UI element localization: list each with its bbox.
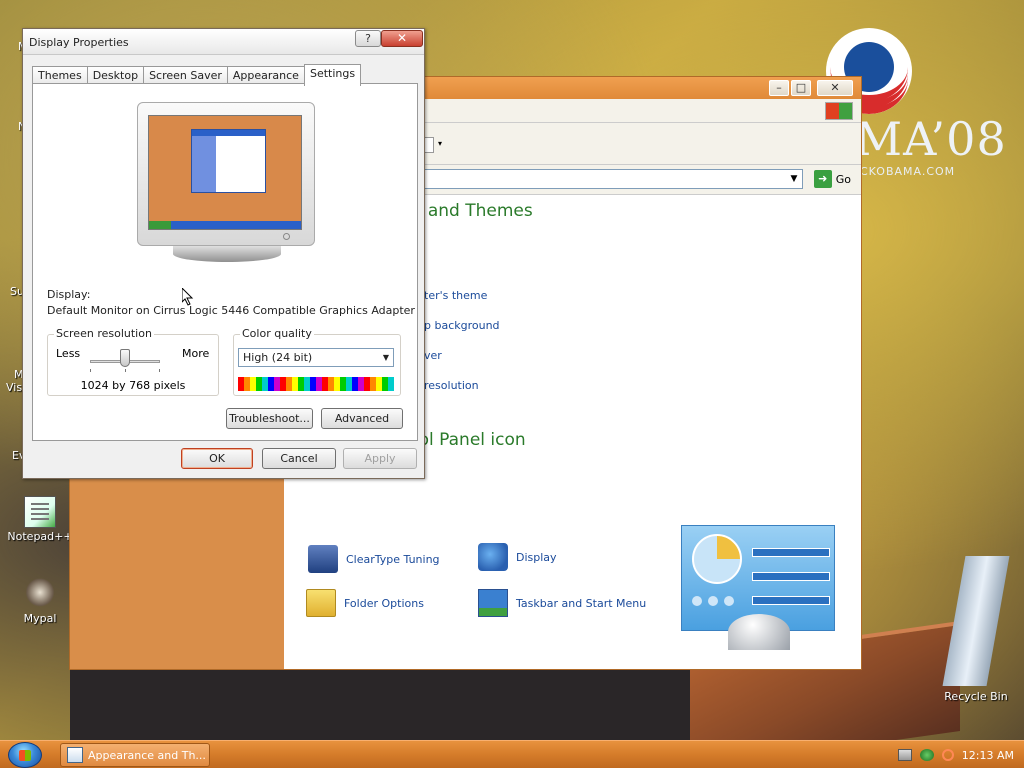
cleartype-link[interactable]: ClearType Tuning xyxy=(308,545,440,573)
taskbar-button-label: Appearance and Th... xyxy=(88,748,206,762)
taskbar-label: Taskbar and Start Menu xyxy=(516,596,647,610)
cleartype-icon xyxy=(308,545,338,573)
cleartype-label: ClearType Tuning xyxy=(346,552,440,566)
dot-graphic xyxy=(708,596,718,606)
preview-window xyxy=(191,129,266,193)
desktop-icon-recycle-bin[interactable]: Recycle Bin xyxy=(936,556,1016,703)
task-link[interactable]: resolution xyxy=(424,379,479,392)
icon-section-heading: rol Panel icon xyxy=(412,430,526,450)
dialog-titlebar[interactable]: Display Properties ? ✕ xyxy=(23,29,424,55)
folder-options-label: Folder Options xyxy=(344,596,424,610)
taskbar-button-appearance[interactable]: Appearance and Th... xyxy=(60,743,210,767)
bar-graphic xyxy=(752,596,830,605)
color-spectrum-preview xyxy=(238,377,394,391)
apply-button[interactable]: Apply xyxy=(343,448,417,469)
pie-graphic xyxy=(692,534,742,584)
screen-resolution-legend: Screen resolution xyxy=(54,327,154,340)
desktop-icon-label: Mypal xyxy=(23,612,57,625)
desktop-icon-label: Notepad++ xyxy=(7,530,73,543)
search-icon[interactable] xyxy=(941,749,954,761)
monitor-screen xyxy=(148,115,302,230)
task-link[interactable]: ter's theme xyxy=(424,289,487,302)
mypal-icon xyxy=(24,578,56,610)
start-button[interactable] xyxy=(8,742,42,768)
display-properties-dialog[interactable]: Display Properties ? ✕ Themes Desktop Sc… xyxy=(22,28,425,479)
taskbar-link[interactable]: Taskbar and Start Menu xyxy=(478,589,646,617)
dot-graphic xyxy=(724,596,734,606)
dot-graphic xyxy=(692,596,702,606)
close-button[interactable]: ✕ xyxy=(817,80,853,96)
clock[interactable]: 12:13 AM xyxy=(962,749,1014,762)
desktop-icon-mypal[interactable]: Mypal xyxy=(0,578,80,625)
campaign-text: MA’08 xyxy=(855,112,1007,166)
keyboard-icon[interactable] xyxy=(897,749,912,761)
minimize-button[interactable]: – xyxy=(769,80,789,96)
troubleshoot-button[interactable]: Troubleshoot... xyxy=(226,408,313,429)
settings-panel: Display: Default Monitor on Cirrus Logic… xyxy=(32,83,418,441)
color-quality-legend: Color quality xyxy=(240,327,314,340)
folder-icon xyxy=(306,589,336,617)
go-arrow-icon: ➜ xyxy=(813,170,832,188)
monitor-power-icon xyxy=(283,233,290,240)
folder-options-link[interactable]: Folder Options xyxy=(306,589,424,617)
maximize-button[interactable]: □ xyxy=(791,80,811,96)
task-link[interactable]: ver xyxy=(424,349,442,362)
taskbar-icon xyxy=(478,589,508,617)
tab-settings[interactable]: Settings xyxy=(303,64,362,86)
go-button[interactable]: ➜ Go xyxy=(813,170,851,188)
dialog-title: Display Properties xyxy=(29,36,129,49)
slider-less-label: Less xyxy=(56,347,81,360)
display-label: Display xyxy=(516,550,557,564)
display-icon xyxy=(478,543,508,571)
color-quality-selected: High (24 bit) xyxy=(243,351,313,364)
notepad-icon xyxy=(24,496,56,528)
bar-graphic xyxy=(752,572,830,581)
system-tray: 12:13 AM xyxy=(874,741,1024,768)
windows-logo-icon xyxy=(825,102,853,120)
chevron-down-icon[interactable]: ▼ xyxy=(383,349,389,366)
cancel-button[interactable]: Cancel xyxy=(262,448,336,469)
control-panel-icon xyxy=(67,747,83,763)
close-button[interactable]: ✕ xyxy=(381,30,423,47)
network-icon[interactable] xyxy=(919,749,934,761)
task-link[interactable]: p background xyxy=(424,319,500,332)
resolution-value: 1024 by 768 pixels xyxy=(80,379,186,392)
dome-graphic xyxy=(728,614,790,650)
chevron-down-icon[interactable]: ▼ xyxy=(786,170,802,188)
appearance-illustration xyxy=(681,525,835,650)
campaign-url: CKOBAMA.COM xyxy=(860,165,956,178)
tab-strip: Themes Desktop Screen Saver Appearance S… xyxy=(32,64,362,86)
ok-button[interactable]: OK xyxy=(181,448,253,469)
taskbar: Appearance and Th... 12:13 AM xyxy=(0,740,1024,768)
recycle-bin-icon xyxy=(942,556,1010,686)
wallpaper-figure xyxy=(70,670,690,740)
preview-start-button xyxy=(149,221,171,229)
advanced-button[interactable]: Advanced xyxy=(321,408,403,429)
display-label: Display: xyxy=(47,288,91,301)
monitor-preview xyxy=(137,102,315,246)
monitor-stand xyxy=(173,246,281,262)
help-button[interactable]: ? xyxy=(355,30,381,47)
category-heading: e and Themes xyxy=(412,201,533,221)
go-label: Go xyxy=(835,172,851,186)
preview-taskbar xyxy=(149,221,301,229)
bar-graphic xyxy=(752,548,830,557)
slider-ticks xyxy=(90,369,160,372)
desktop-icon-label: Recycle Bin xyxy=(944,690,1008,703)
color-quality-group: Color quality High (24 bit) ▼ xyxy=(233,327,401,396)
slider-more-label: More xyxy=(182,347,210,360)
resolution-slider-thumb[interactable] xyxy=(120,349,130,367)
chevron-down-icon[interactable]: ▾ xyxy=(438,139,442,148)
desktop-icon-notepadpp[interactable]: Notepad++ xyxy=(0,496,80,543)
color-quality-select[interactable]: High (24 bit) ▼ xyxy=(238,348,394,367)
screen-resolution-group: Screen resolution Less More 1024 by 768 … xyxy=(47,327,219,396)
display-adapter-value: Default Monitor on Cirrus Logic 5446 Com… xyxy=(47,304,415,317)
display-link[interactable]: Display xyxy=(478,543,557,571)
preview-window-sidebar xyxy=(192,136,216,192)
